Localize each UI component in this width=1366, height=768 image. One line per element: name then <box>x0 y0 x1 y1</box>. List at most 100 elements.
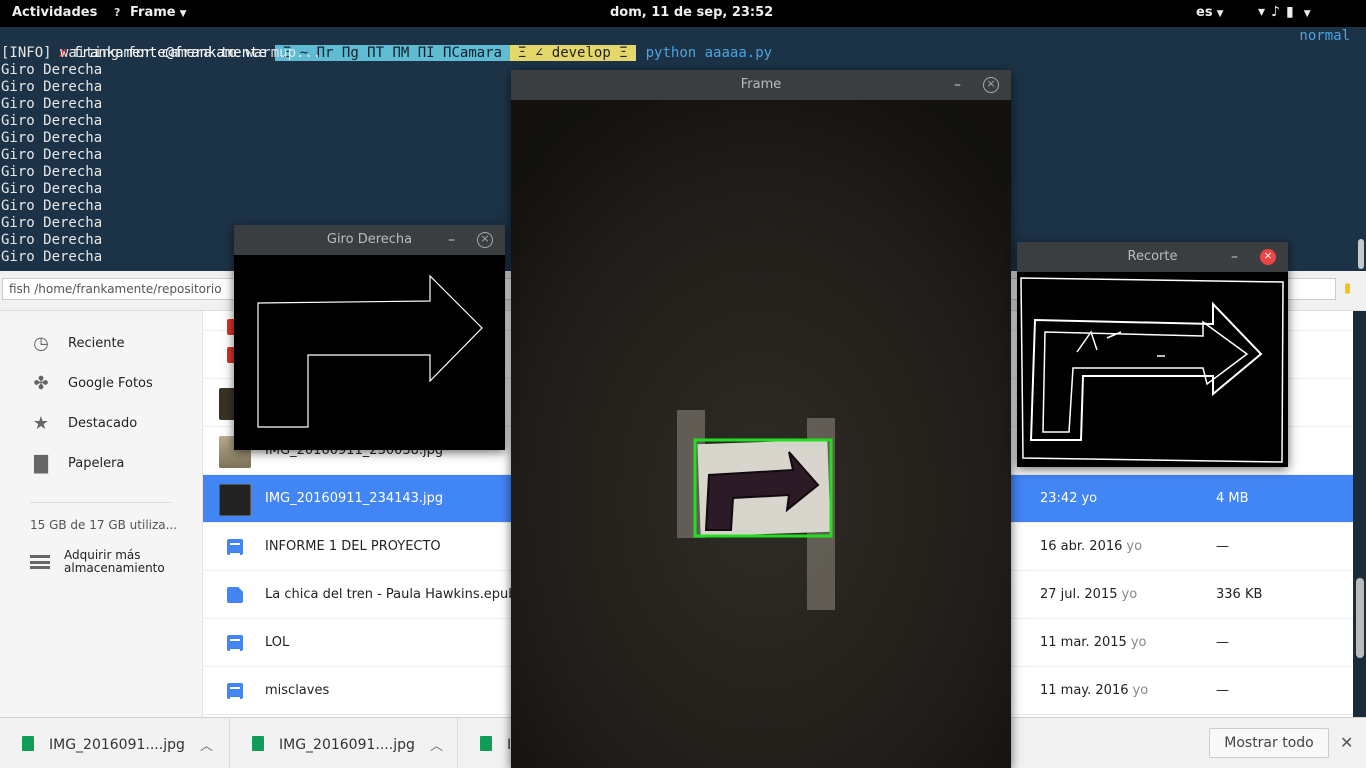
terminal-line: Giro Derecha <box>1 62 103 78</box>
language-label: es <box>1196 5 1213 20</box>
file-date-value: 11 may. 2016 <box>1040 683 1129 698</box>
top-bar: Actividades ? Frame ▼ dom, 11 de sep, 23:5… <box>0 0 1366 27</box>
ebook-icon <box>227 587 243 603</box>
download-item[interactable]: IMG_2016091....jpg ︿ <box>0 718 230 768</box>
wifi-icon: ▾ <box>1258 4 1272 20</box>
download-item[interactable]: IMG_2016091....jpg ︿ <box>230 718 458 768</box>
show-all-downloads-button[interactable]: Mostrar todo <box>1209 728 1329 758</box>
chevron-up-icon[interactable]: ︿ <box>200 735 213 754</box>
chevron-down-icon: ▼ <box>1303 9 1317 19</box>
file-name: misclaves <box>265 683 330 698</box>
file-owner: yo <box>1081 491 1098 506</box>
language-selector[interactable]: es ▼ <box>1196 5 1223 20</box>
file-name: IMG_20160911_234143.jpg <box>265 491 444 506</box>
file-date-value: 27 jul. 2015 <box>1040 587 1118 602</box>
file-size: — <box>1216 683 1229 698</box>
terminal-line: Giro Derecha <box>1 181 103 197</box>
document-icon <box>227 539 243 555</box>
sidebar-item-label: Papelera <box>68 456 125 471</box>
window-title: Giro Derecha <box>326 232 413 247</box>
file-name: LOL <box>265 635 290 650</box>
file-owner: yo <box>1130 635 1147 650</box>
page-scrollbar[interactable] <box>1356 578 1364 658</box>
file-date: 27 jul. 2015 yo <box>1040 587 1137 602</box>
chevron-down-icon: ▼ <box>1216 9 1224 19</box>
image-thumbnail <box>219 484 251 516</box>
file-name: INFORME 1 DEL PROYECTO <box>265 539 441 554</box>
close-icon[interactable]: × <box>477 232 493 248</box>
file-owner: yo <box>1126 539 1143 554</box>
close-icon[interactable]: × <box>1260 249 1276 265</box>
window-title: Frame <box>740 77 782 92</box>
minimize-icon[interactable]: – <box>954 70 961 100</box>
file-date: 16 abr. 2016 yo <box>1040 539 1142 554</box>
chevron-up-icon[interactable]: ︿ <box>430 735 443 754</box>
file-date-value: 23:42 <box>1040 491 1078 506</box>
sidebar-item-papelera[interactable]: ▇ Papelera <box>30 453 124 475</box>
buy-storage-label: Adquirir más almacenamiento <box>64 548 165 575</box>
download-item[interactable]: IM <box>458 718 523 768</box>
terminal-line: [INFO] waiting for camera to warmup... <box>1 45 322 61</box>
close-icon[interactable]: × <box>983 77 999 93</box>
download-name: IMG_2016091....jpg <box>279 737 415 753</box>
frame-window[interactable]: Frame – × <box>511 70 1011 768</box>
trash-icon: ▇ <box>34 453 48 474</box>
sidebar-item-google-fotos[interactable]: ✤ Google Fotos <box>30 373 152 395</box>
sidebar-item-destacado[interactable]: ★ Destacado <box>30 413 137 435</box>
file-size: — <box>1216 539 1229 554</box>
clock[interactable]: dom, 11 de sep, 23:52 <box>610 5 773 20</box>
clock-icon: ◷ <box>33 333 49 354</box>
terminal-line: Giro Derecha <box>1 130 103 146</box>
file-owner: yo <box>1132 683 1149 698</box>
cropped-edge-image <box>1017 272 1288 467</box>
camera-feed <box>511 100 1011 768</box>
minimize-icon[interactable]: – <box>1231 242 1238 272</box>
document-icon <box>227 635 243 651</box>
app-icon: ? <box>114 6 121 19</box>
file-owner: yo <box>1121 587 1138 602</box>
file-name: La chica del tren - Paula Hawkins.epub <box>265 587 517 602</box>
terminal-prompt: ✗ frankamente@frankamente Ξ ~ Πr Πg ΠT ΠM … <box>0 28 772 61</box>
terminal-line: Giro Derecha <box>1 164 103 180</box>
sidebar-item-label: Google Fotos <box>68 376 153 391</box>
close-icon[interactable]: ✕ <box>1340 733 1353 752</box>
file-date: 11 may. 2016 yo <box>1040 683 1148 698</box>
arrow-template-image <box>234 255 505 450</box>
frame-titlebar[interactable]: Frame – × <box>511 70 1011 100</box>
terminal-mode: normal <box>1299 28 1350 44</box>
prompt-command: python aaaaa.py <box>645 45 773 61</box>
terminal-line: Giro Derecha <box>1 96 103 112</box>
storage-icon <box>30 555 50 569</box>
desktop: ✗ frankamente@frankamente Ξ ~ Πr Πg ΠT ΠM … <box>0 0 1366 768</box>
prompt-git-branch: Ξ ∠ develop Ξ <box>510 45 636 61</box>
recorte-window[interactable]: Recorte – × <box>1017 242 1288 467</box>
sidebar-item-label: Destacado <box>68 416 138 431</box>
document-icon <box>227 683 243 699</box>
sidebar-item-reciente[interactable]: ◷ Reciente <box>30 333 124 355</box>
terminal-scrollbar[interactable] <box>1358 239 1364 269</box>
app-menu[interactable]: ? Frame ▼ <box>114 5 187 20</box>
window-title: Recorte <box>1127 249 1178 264</box>
app-menu-label: Frame <box>130 5 176 20</box>
edge-detection <box>1017 272 1288 467</box>
pinwheel-icon: ✤ <box>33 373 49 394</box>
recorte-titlebar[interactable]: Recorte – × <box>1017 242 1288 272</box>
arrow-outline <box>234 255 505 450</box>
system-menu[interactable]: ▾♪▮ ▼ <box>1258 4 1317 20</box>
file-date: 11 mar. 2015 yo <box>1040 635 1146 650</box>
terminal-line: Giro Derecha <box>1 147 103 163</box>
battery-icon: ▮ <box>1285 4 1300 20</box>
minimize-icon[interactable]: – <box>448 225 455 255</box>
volume-icon: ♪ <box>1271 4 1286 20</box>
chevron-down-icon: ▼ <box>179 9 187 19</box>
image-file-icon <box>22 736 34 751</box>
file-date-value: 11 mar. 2015 <box>1040 635 1127 650</box>
image-file-icon <box>252 736 264 751</box>
download-name: IMG_2016091....jpg <box>49 737 185 753</box>
sidebar-divider <box>30 502 172 503</box>
activities-button[interactable]: Actividades <box>12 5 97 20</box>
terminal-line: Giro Derecha <box>1 113 103 129</box>
storage-quota: 15 GB de 17 GB utiliza... <box>30 518 178 532</box>
giro-derecha-window[interactable]: Giro Derecha – × <box>234 225 505 450</box>
giro-titlebar[interactable]: Giro Derecha – × <box>234 225 505 255</box>
